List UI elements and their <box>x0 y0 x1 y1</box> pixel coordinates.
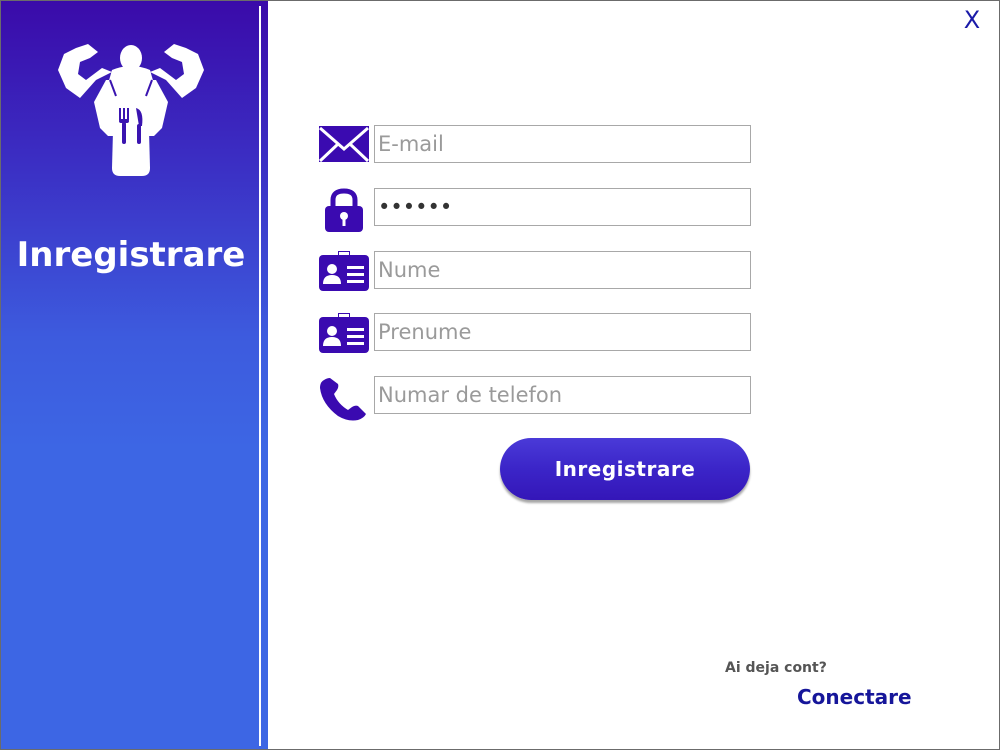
bodybuilder-chef-icon <box>50 40 212 180</box>
envelope-icon <box>318 125 370 165</box>
phone-icon <box>318 376 370 421</box>
account-question: Ai deja cont? <box>725 660 827 676</box>
password-field[interactable] <box>374 188 751 226</box>
first-name-row <box>318 311 751 353</box>
login-link[interactable]: Conectare <box>797 685 912 709</box>
phone-field[interactable] <box>374 376 751 414</box>
email-row <box>318 125 751 165</box>
sidebar: Inregistrare <box>0 0 268 750</box>
padlock-icon <box>318 188 370 232</box>
register-button[interactable]: Inregistrare <box>500 438 750 500</box>
password-row <box>318 188 751 232</box>
close-button[interactable]: X <box>960 6 984 34</box>
id-card-icon <box>318 249 370 291</box>
first-name-field[interactable] <box>374 313 751 351</box>
last-name-row <box>318 249 751 291</box>
id-card-icon <box>318 311 370 353</box>
sidebar-title: Inregistrare <box>16 235 246 275</box>
sidebar-divider <box>259 6 261 746</box>
phone-row <box>318 376 751 421</box>
last-name-field[interactable] <box>374 251 751 289</box>
email-field[interactable] <box>374 125 751 163</box>
